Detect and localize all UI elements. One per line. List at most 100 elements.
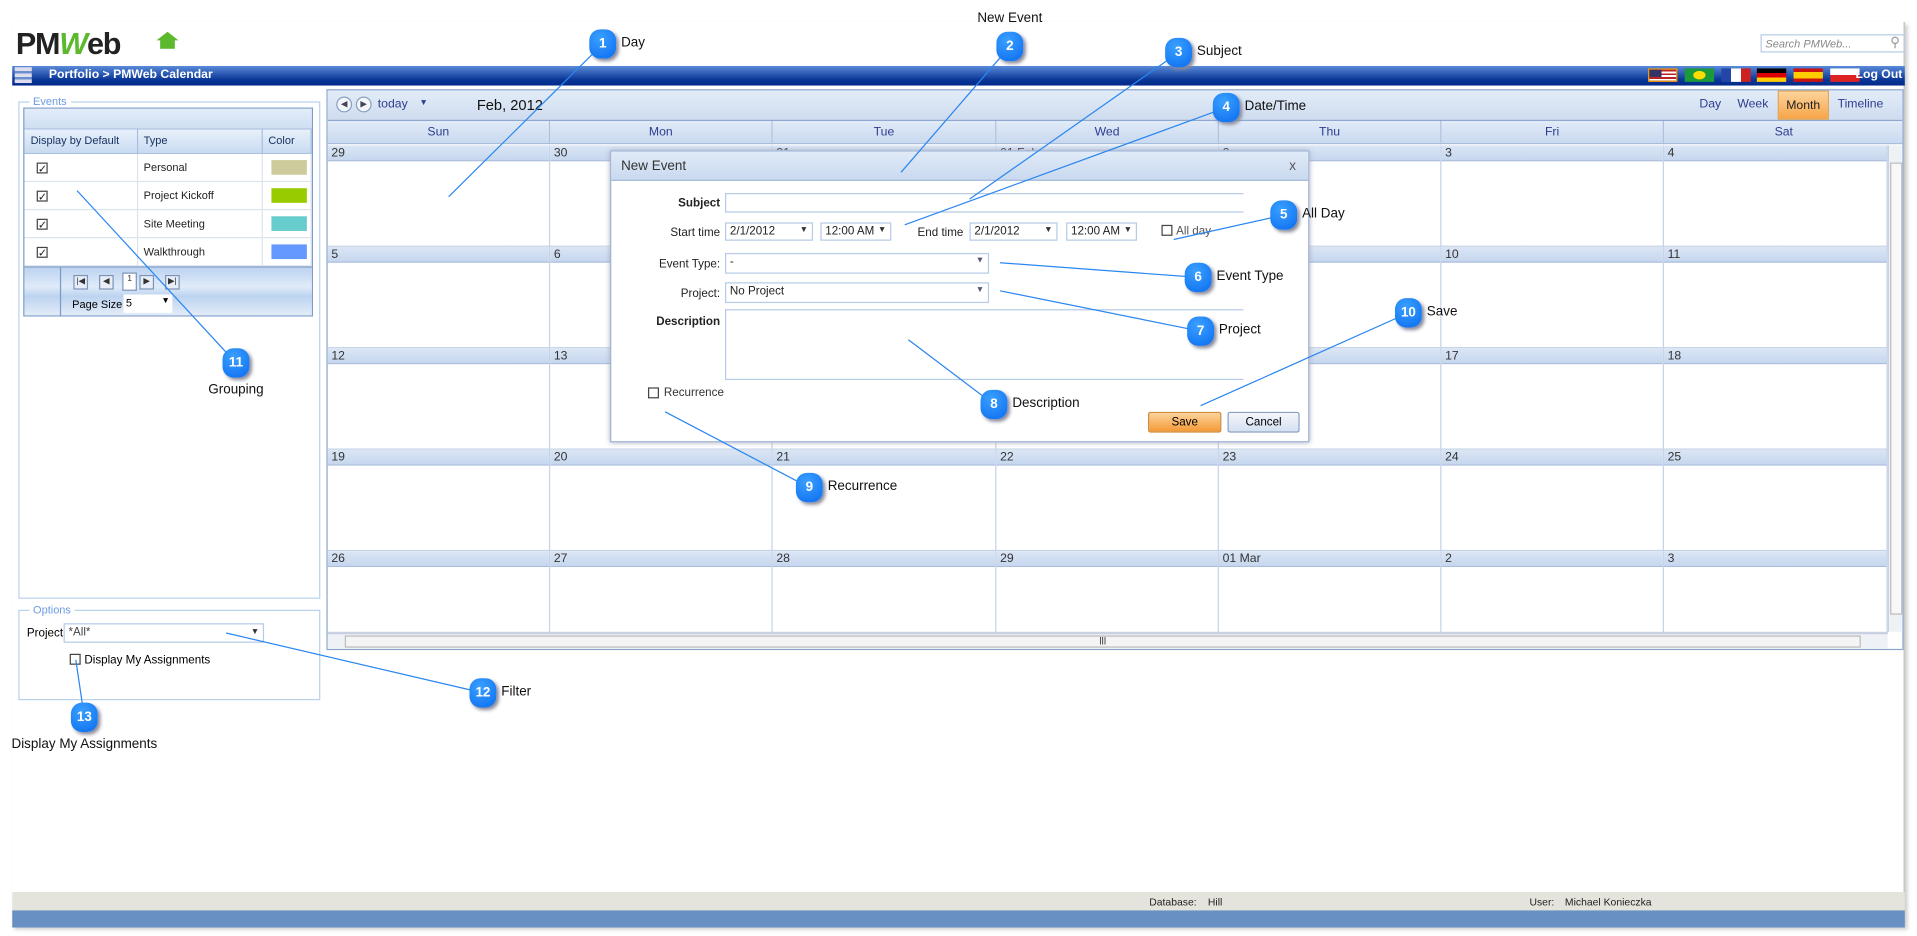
day-number[interactable]: 10 — [1441, 246, 1663, 263]
day-cell[interactable]: 3 — [1663, 551, 1888, 633]
event-type-row[interactable]: ✓ Site Meeting — [24, 208, 312, 238]
breadcrumb[interactable]: Portfolio > PMWeb Calendar — [49, 68, 213, 81]
day-cell[interactable]: 24 — [1441, 449, 1664, 552]
vertical-scrollbar[interactable] — [1887, 145, 1903, 632]
project-select[interactable]: No Project ▼ — [725, 282, 990, 304]
view-tab-timeline[interactable]: Timeline — [1830, 90, 1890, 119]
view-tab-day[interactable]: Day — [1692, 90, 1728, 119]
day-cell[interactable]: 19 — [327, 449, 551, 552]
flag-france-icon[interactable] — [1721, 68, 1751, 82]
day-cell[interactable]: 11 — [1663, 246, 1888, 349]
display-my-assignments-checkbox[interactable] — [69, 653, 81, 665]
day-cell[interactable]: 25 — [1663, 449, 1888, 552]
search-icon[interactable]: ⚲ — [1890, 34, 1900, 50]
chevron-down-icon[interactable]: ▼ — [1124, 226, 1132, 235]
chevron-down-icon[interactable]: ▼ — [161, 296, 169, 305]
day-number[interactable]: 28 — [772, 551, 996, 568]
day-number[interactable]: 25 — [1663, 449, 1887, 466]
today-button[interactable]: today — [378, 98, 408, 111]
day-number[interactable]: 5 — [327, 246, 549, 263]
chevron-down-icon[interactable]: ▼ — [419, 99, 427, 108]
home-icon[interactable] — [156, 31, 179, 49]
day-cell[interactable]: 27 — [550, 551, 773, 633]
start-time-picker[interactable]: 12:00 AM ▼ — [820, 222, 892, 241]
day-cell[interactable]: 3 — [1441, 145, 1664, 247]
chevron-down-icon[interactable]: ▼ — [878, 226, 886, 235]
close-icon[interactable]: x — [1289, 152, 1296, 181]
day-number[interactable]: 4 — [1663, 145, 1887, 162]
flag-us-icon[interactable] — [1648, 68, 1678, 82]
event-type-row[interactable]: ✓ Personal — [24, 152, 312, 182]
day-number[interactable]: 29 — [327, 145, 549, 162]
view-tab-month[interactable]: Month — [1777, 90, 1829, 120]
day-number[interactable]: 23 — [1218, 449, 1441, 466]
day-cell[interactable]: 22 — [996, 449, 1219, 552]
chevron-down-icon[interactable]: ▼ — [1044, 226, 1052, 235]
day-cell[interactable]: 10 — [1441, 246, 1664, 349]
day-cell[interactable]: 5 — [327, 246, 551, 349]
day-number[interactable]: 3 — [1441, 145, 1663, 162]
display-by-default-checkbox[interactable]: ✓ — [36, 218, 48, 230]
day-number[interactable]: 12 — [327, 348, 549, 365]
day-cell[interactable]: 18 — [1663, 348, 1888, 450]
display-by-default-checkbox[interactable]: ✓ — [36, 246, 48, 258]
day-number[interactable]: 29 — [996, 551, 1218, 568]
day-number[interactable]: 01 Mar — [1218, 551, 1441, 568]
flag-brazil-icon[interactable] — [1684, 68, 1715, 82]
day-cell[interactable]: 12 — [327, 348, 551, 450]
dialog-title-bar[interactable]: New Event x — [611, 151, 1309, 181]
day-cell[interactable]: 23 — [1218, 449, 1442, 552]
day-number[interactable]: 3 — [1663, 551, 1887, 568]
prev-page-icon[interactable]: ◀ — [99, 274, 114, 290]
day-cell[interactable]: 28 — [772, 551, 997, 633]
subject-input[interactable] — [725, 193, 1244, 213]
recurrence-checkbox[interactable] — [647, 387, 659, 399]
day-number[interactable]: 27 — [550, 551, 772, 568]
description-textarea[interactable] — [725, 309, 1244, 381]
event-type-row[interactable]: ✓ Walkthrough — [24, 237, 312, 266]
chevron-down-icon[interactable]: ▼ — [251, 628, 259, 637]
chevron-down-icon[interactable]: ▼ — [976, 286, 984, 295]
view-tab-week[interactable]: Week — [1730, 90, 1776, 119]
end-time-picker[interactable]: 12:00 AM ▼ — [1066, 222, 1138, 241]
next-arrow-icon[interactable]: ▶ — [355, 96, 372, 113]
page-number[interactable]: 1 — [122, 271, 137, 291]
last-page-icon[interactable]: ▶| — [165, 274, 180, 290]
col-color[interactable]: Color — [261, 129, 312, 154]
logout-link[interactable]: Log Out — [1856, 68, 1903, 81]
end-date-picker[interactable]: 2/1/2012 ▼ — [969, 222, 1058, 241]
day-number[interactable]: 17 — [1441, 348, 1663, 365]
menu-icon[interactable] — [14, 67, 32, 84]
day-number[interactable]: 19 — [327, 449, 549, 466]
next-page-icon[interactable]: ▶ — [139, 274, 155, 290]
display-by-default-checkbox[interactable]: ✓ — [36, 190, 48, 202]
day-cell[interactable]: 26 — [327, 551, 551, 633]
chevron-down-icon[interactable]: ▼ — [800, 226, 808, 235]
first-page-icon[interactable]: |◀ — [73, 274, 89, 290]
day-cell[interactable]: 20 — [550, 449, 773, 552]
day-cell[interactable]: 01 Mar — [1218, 551, 1442, 633]
cancel-button[interactable]: Cancel — [1227, 411, 1300, 433]
col-type[interactable]: Type — [136, 129, 263, 154]
horizontal-scrollbar[interactable]: ||| — [327, 632, 1888, 649]
project-filter-select[interactable]: *All* ▼ — [63, 623, 265, 643]
day-number[interactable]: 18 — [1663, 348, 1887, 365]
event-type-row[interactable]: ✓ Project Kickoff — [24, 180, 312, 210]
day-number[interactable]: 11 — [1663, 246, 1887, 263]
day-cell[interactable]: 2 — [1441, 551, 1664, 633]
day-number[interactable]: 24 — [1441, 449, 1663, 466]
chevron-down-icon[interactable]: ▼ — [976, 257, 984, 266]
col-display[interactable]: Display by Default — [24, 129, 138, 154]
save-button[interactable]: Save — [1148, 411, 1222, 433]
day-number[interactable]: 2 — [1441, 551, 1663, 568]
day-number[interactable]: 22 — [996, 449, 1218, 466]
flag-germany-icon[interactable] — [1756, 68, 1787, 82]
start-date-picker[interactable]: 2/1/2012 ▼ — [725, 222, 814, 241]
flag-spain-icon[interactable] — [1793, 68, 1823, 82]
day-number[interactable]: 20 — [550, 449, 772, 466]
event-type-select[interactable]: - ▼ — [725, 252, 990, 274]
display-by-default-checkbox[interactable]: ✓ — [36, 161, 48, 174]
day-cell[interactable]: 4 — [1663, 145, 1888, 247]
day-number[interactable]: 21 — [772, 449, 996, 466]
day-cell[interactable]: 29 — [327, 145, 551, 247]
